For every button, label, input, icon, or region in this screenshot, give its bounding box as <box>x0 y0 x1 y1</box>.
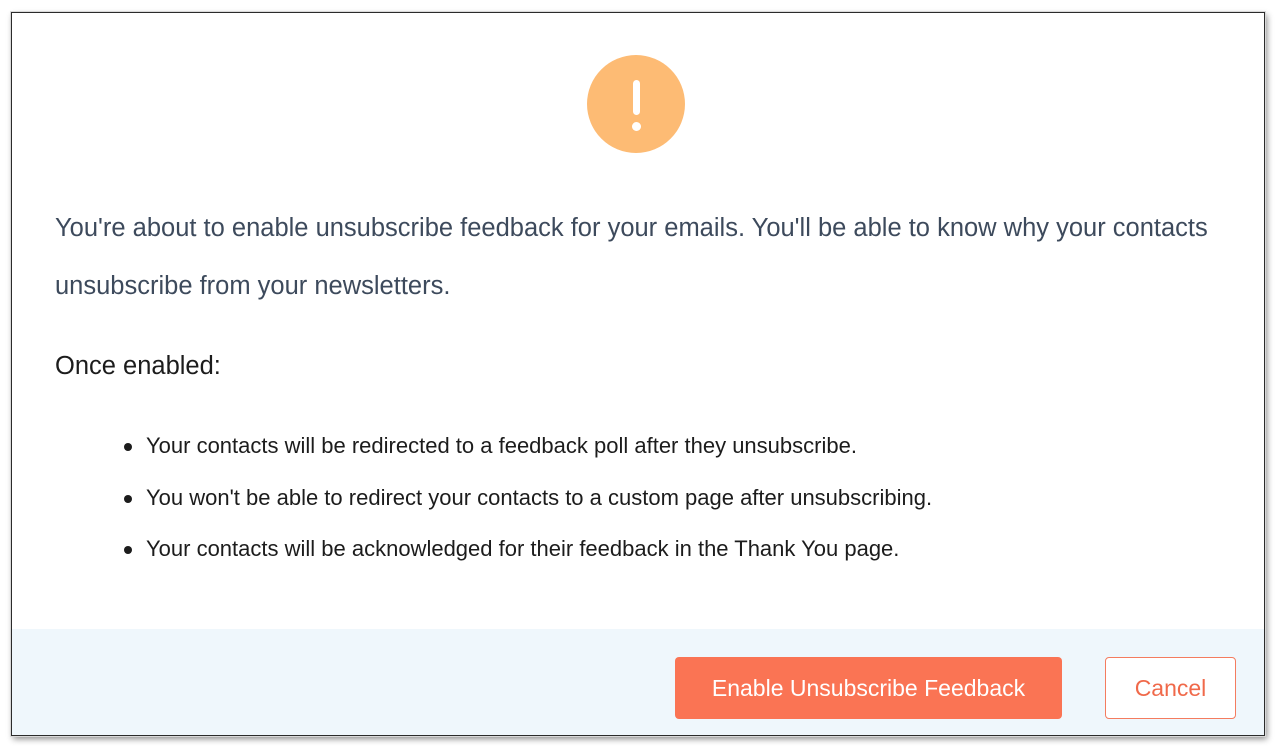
list-item-text: Your contacts will be acknowledged for t… <box>146 536 900 561</box>
bullet-dot-icon <box>124 494 132 503</box>
enable-unsubscribe-feedback-button[interactable]: Enable Unsubscribe Feedback <box>675 657 1062 719</box>
list-item: You won't be able to redirect your conta… <box>122 478 932 530</box>
warning-exclamation-icon <box>587 55 685 153</box>
consequences-list: Your contacts will be redirected to a fe… <box>122 426 932 581</box>
exclamation-bar <box>633 80 640 115</box>
dialog-intro-text: You're about to enable unsubscribe feedb… <box>55 214 1208 300</box>
list-item-text: Your contacts will be redirected to a fe… <box>146 433 857 458</box>
cancel-button[interactable]: Cancel <box>1105 657 1236 719</box>
bullet-dot-icon <box>124 546 132 554</box>
confirm-dialog: You're about to enable unsubscribe feedb… <box>11 12 1265 736</box>
once-enabled-heading: Once enabled: <box>55 352 221 380</box>
list-item: Your contacts will be redirected to a fe… <box>122 426 932 478</box>
list-item-text: You won't be able to redirect your conta… <box>146 484 933 510</box>
exclamation-dot <box>632 122 641 131</box>
dialog-footer: Enable Unsubscribe Feedback Cancel <box>12 629 1264 735</box>
bullet-dot-icon <box>124 443 132 451</box>
list-item: Your contacts will be acknowledged for t… <box>122 529 932 581</box>
